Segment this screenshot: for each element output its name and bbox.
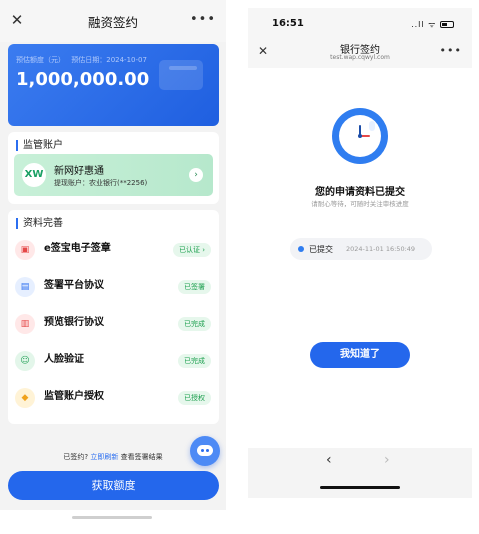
forward-icon[interactable]: › — [384, 452, 390, 468]
item-name: e签宝电子签章 — [44, 243, 111, 254]
left-body: 预估额度（元） 预估日期：2024-10-07 1,000,000.00 监管账… — [0, 42, 226, 510]
quota-card: 预估额度（元） 预估日期：2024-10-07 1,000,000.00 — [8, 44, 219, 126]
bank-account-item[interactable]: XW 新网好惠通 提现账户：农业银行(**2256) › — [14, 154, 213, 196]
wallet-illustration-icon — [159, 60, 203, 90]
status-pill: 已提交 2024-11-01 16:50:49 — [290, 238, 432, 260]
page-url: test.wap.cqwyl.com — [330, 54, 390, 61]
submitted-subtitle: 请耐心等待，可随时关注审核进度 — [311, 200, 409, 208]
status-dot-icon — [298, 246, 304, 252]
supervision-card: 监管账户 XW 新网好惠通 提现账户：农业银行(**2256) › — [8, 132, 219, 204]
refresh-link[interactable]: 立即刷新 — [90, 453, 118, 461]
quota-label-text: 预估额度（元） — [16, 56, 65, 64]
shield-icon: ◆ — [15, 388, 35, 408]
document-icon: ▤ — [15, 277, 35, 297]
status-time: 16:51 — [272, 18, 304, 29]
list-item-face[interactable]: ☺ 人脸验证 已完成 — [8, 345, 219, 379]
page: ✕ 融资签约 ••• 预估额度（元） 预估日期：2024-10-07 1,000… — [0, 0, 479, 534]
item-name: 签署平台协议 — [44, 280, 104, 291]
face-scan-icon: ☺ — [15, 351, 35, 371]
item-name: 人脸验证 — [44, 354, 84, 365]
materials-card: 资料完善 ▣ e签宝电子签章 已认证 › ▤ 签署平台协议 已签署 ▥ 预览银行… — [8, 210, 219, 424]
bank-sign-screen: 16:51 ..ll ᯤ ✕ 银行签约 test.wap.cqwyl.com •… — [248, 8, 472, 498]
list-item-esign[interactable]: ▣ e签宝电子签章 已认证 › — [8, 234, 219, 268]
robot-eye-left — [201, 449, 204, 452]
bank-name: 新网好惠通 — [54, 166, 104, 177]
list-item-platform[interactable]: ▤ 签署平台协议 已签署 — [8, 271, 219, 305]
robot-eye-right — [206, 449, 209, 452]
bank-doc-icon: ▥ — [15, 314, 35, 334]
signed-note-prefix: 已签约? — [63, 453, 89, 461]
battery-icon — [440, 21, 454, 28]
status-badge: 已完成 — [178, 354, 211, 368]
browser-toolbar: ‹ › — [248, 448, 472, 498]
status-badge: 已完成 — [178, 317, 211, 331]
chevron-right-icon[interactable]: › — [189, 168, 203, 182]
assistant-robot-button[interactable] — [190, 436, 220, 466]
more-icon[interactable]: ••• — [440, 44, 462, 57]
clock-shine — [369, 121, 375, 131]
submitted-message: 您的申请资料已提交 — [315, 187, 405, 198]
status-badge: 已签署 — [178, 280, 211, 294]
status-badge: 已授权 — [178, 391, 211, 405]
seal-icon: ▣ — [15, 240, 35, 260]
item-name: 监管账户授权 — [44, 391, 104, 402]
status-time: 2024-11-01 16:50:49 — [346, 245, 416, 253]
bank-account: 提现账户：农业银行(**2256) — [54, 179, 148, 187]
supervision-title: 监管账户 — [16, 140, 63, 151]
home-indicator — [72, 516, 152, 519]
financing-sign-screen: ✕ 融资签约 ••• 预估额度（元） 预估日期：2024-10-07 1,000… — [0, 0, 226, 534]
clock-face — [339, 115, 381, 157]
left-header: ✕ 融资签约 ••• — [0, 0, 226, 42]
bank-logo-icon: XW — [22, 163, 46, 187]
more-icon[interactable]: ••• — [190, 10, 216, 30]
status-indicators: ..ll ᯤ — [411, 19, 454, 30]
status-text: 已提交 — [309, 245, 333, 254]
signed-note-suffix: 查看签署结果 — [120, 453, 163, 461]
got-it-button[interactable]: 我知道了 — [310, 342, 410, 368]
list-item-supervision[interactable]: ◆ 监管账户授权 已授权 — [8, 382, 219, 416]
get-quota-button[interactable]: 获取额度 — [8, 471, 219, 500]
materials-title: 资料完善 — [16, 218, 63, 229]
back-icon[interactable]: ‹ — [326, 452, 332, 468]
quota-label: 预估额度（元） 预估日期：2024-10-07 — [16, 55, 147, 65]
list-item-bank[interactable]: ▥ 预览银行协议 已完成 — [8, 308, 219, 342]
status-badge[interactable]: 已认证 › — [172, 243, 211, 257]
quota-amount: 1,000,000.00 — [16, 69, 150, 90]
item-name: 预览银行协议 — [44, 317, 104, 328]
signal-wifi-icon: ..ll ᯤ — [411, 20, 437, 29]
clock-center — [358, 134, 362, 138]
right-nav-bar: ✕ 银行签约 test.wap.cqwyl.com ••• — [248, 38, 472, 68]
home-indicator — [320, 486, 400, 489]
clock-icon — [332, 108, 388, 164]
robot-icon — [197, 445, 213, 456]
wallet-illustration-detail — [169, 66, 197, 70]
quota-date: 预估日期：2024-10-07 — [71, 56, 147, 64]
status-bar: 16:51 ..ll ᯤ — [248, 8, 472, 38]
